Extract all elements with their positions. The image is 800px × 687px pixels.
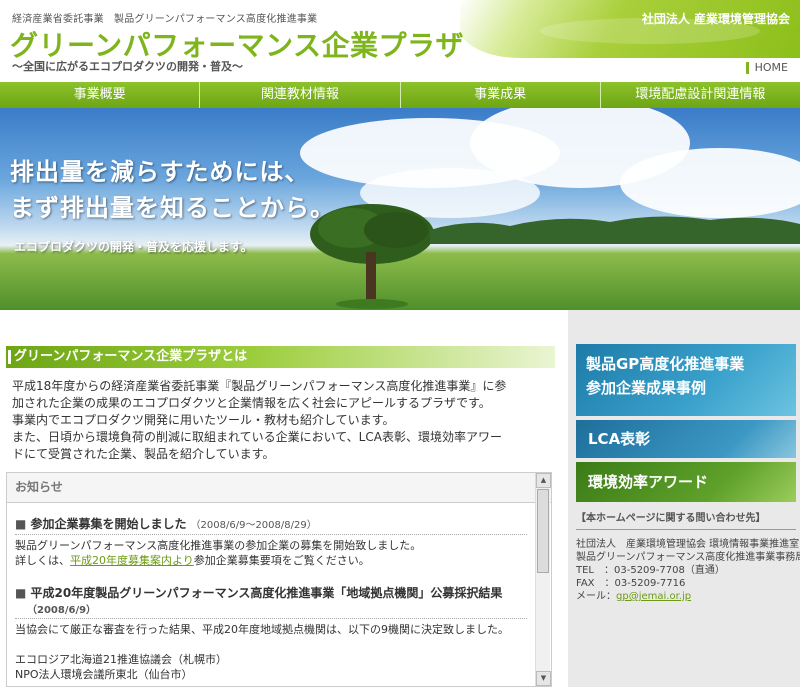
mail-label: メール： [576, 591, 616, 602]
scroll-down-arrow-icon[interactable]: ▼ [536, 671, 551, 686]
news-org-line: エコロジア北海道21推進協議会（札幌市） [15, 653, 227, 666]
hero-tagline: エコプロダクツの開発・普及を応援します。 [14, 240, 253, 254]
site-subtitle: ～全国に広がるエコプロダクツの開発・普及～ [12, 60, 243, 73]
nav-item-materials[interactable]: 関連教材情報 [200, 82, 401, 108]
contact-org-1: 社団法人 産業環境管理協会 環境情報事業推進室 [576, 539, 800, 550]
news-body-line: 当協会にて厳正な審査を行った結果、平成20年度地域拠点機関は、以下の9機関に決定… [15, 623, 509, 636]
news-item-body: 当協会にて厳正な審査を行った結果、平成20年度地域拠点機関は、以下の9機関に決定… [15, 622, 527, 682]
tel-label: TEL ： [576, 565, 614, 576]
news-panel: お知らせ ■ 参加企業募集を開始しました （2008/6/9～2008/8/29）… [6, 472, 552, 687]
contact-heading: 【本ホームページに関する問い合わせ先】 [576, 512, 796, 530]
news-date: （2008/6/9） [27, 605, 97, 616]
banner-gp-line1: 製品GP高度化推進事業 [586, 355, 745, 373]
intro-line: 平成18年度からの経済産業省委託事業『製品グリーンパフォーマンス高度化推進事業』… [12, 379, 507, 393]
forest-silhouette [430, 216, 800, 244]
intro-text: 平成18年度からの経済産業省委託事業『製品グリーンパフォーマンス高度化推進事業』… [12, 378, 560, 463]
main-content: グリーンパフォーマンス企業プラザとは 平成18年度からの経済産業省委託事業『製品… [0, 310, 568, 687]
intro-line: ドにて受賞された企業、製品を紹介しています。 [12, 447, 275, 461]
organization-name: 社団法人 産業環境管理協会 [641, 12, 790, 26]
hero-banner: 排出量を減らすためには、 まず排出量を知ることから。 エコプロダクツの開発・普及… [0, 108, 800, 310]
sidebar: 製品GP高度化推進事業 参加企業成果事例 LCA表彰 環境効率アワード 【本ホー… [568, 310, 800, 687]
lca-award-banner[interactable]: LCA表彰 [576, 420, 796, 458]
recruitment-guide-link[interactable]: 平成20年度募集案内より [70, 554, 194, 567]
site-header: 経済産業省委託事業 製品グリーンパフォーマンス高度化推進事業 グリーンパフォーマ… [0, 0, 800, 82]
news-body-pre: 詳しくは、 [15, 554, 70, 567]
nav-item-results[interactable]: 事業成果 [401, 82, 601, 108]
news-header: お知らせ [7, 473, 551, 503]
contact-mail: メール：gp@jemai.or.jp [576, 590, 796, 603]
section-title: グリーンパフォーマンス企業プラザとは [6, 346, 555, 368]
news-item-body: 製品グリーンパフォーマンス高度化推進事業の参加企業の募集を開始致しました。 詳し… [15, 538, 527, 568]
news-title-text: 平成20年度製品グリーンパフォーマンス高度化推進事業「地域拠点機関」公募採択結果 [30, 586, 503, 600]
news-date: （2008/6/9～2008/8/29） [190, 520, 317, 531]
intro-line: 加された企業の成果のエコプロダクツと企業情報を広く社会にアピールするプラザです。 [12, 396, 491, 410]
nav-item-design-info[interactable]: 環境配慮設計関連情報 [601, 82, 800, 108]
contact-info: 【本ホームページに関する問い合わせ先】 社団法人 産業環境管理協会 環境情報事業… [576, 512, 800, 603]
contact-fax: FAX ：03-5209-7716 [576, 577, 796, 590]
header-decoration [460, 0, 800, 58]
news-item-title: ■ 参加企業募集を開始しました （2008/6/9～2008/8/29） [15, 515, 527, 535]
main-nav: 事業概要 関連教材情報 事業成果 環境配慮設計関連情報 [0, 82, 800, 108]
news-scrollbar[interactable]: ▲ ▼ [535, 473, 551, 686]
square-bullet-icon: ■ [15, 517, 31, 531]
intro-line: 事業内でエコプロダクツ開発に用いたツール・教材も紹介しています。 [12, 413, 395, 427]
email-link[interactable]: gp@jemai.or.jp [616, 591, 691, 602]
scroll-thumb[interactable] [537, 489, 549, 573]
fax-label: FAX ： [576, 578, 615, 589]
hero-headline-1: 排出量を減らすためには、 [10, 158, 310, 186]
hero-headline-2: まず排出量を知ることから。 [10, 194, 335, 222]
news-scroll-area[interactable]: ■ 参加企業募集を開始しました （2008/6/9～2008/8/29） 製品グリ… [7, 503, 535, 686]
contact-tel: TEL ：03-5209-7708（直通） [576, 564, 796, 577]
scroll-up-arrow-icon[interactable]: ▲ [536, 473, 551, 488]
banner-gp-line2: 参加企業成果事例 [586, 379, 707, 397]
square-bullet-icon: ■ [15, 586, 31, 600]
header-supertitle: 経済産業省委託事業 製品グリーンパフォーマンス高度化推進事業 [12, 14, 318, 25]
intro-line: また、日頃から環境負荷の削減に取組まれている企業において、LCA表彰、環境効率ア… [12, 430, 502, 444]
contact-org-2: 製品グリーンパフォーマンス高度化推進事業事務局 [576, 552, 800, 563]
nav-item-overview[interactable]: 事業概要 [0, 82, 201, 108]
news-body-post: 参加企業募集要項をご覧ください。 [193, 554, 370, 567]
tel-value: 03-5209-7708（直通） [614, 565, 725, 576]
news-item-title: ■ 平成20年度製品グリーンパフォーマンス高度化推進事業「地域拠点機関」公募採択… [15, 584, 527, 619]
news-title-text: 参加企業募集を開始しました [30, 517, 187, 531]
fax-value: 03-5209-7716 [614, 578, 686, 589]
home-link[interactable]: HOME [745, 62, 788, 74]
news-body-line: 製品グリーンパフォーマンス高度化推進事業の参加企業の募集を開始致しました。 [15, 539, 422, 552]
gp-results-banner[interactable]: 製品GP高度化推進事業 参加企業成果事例 [576, 344, 796, 416]
news-org-line: NPO法人環境会議所東北（仙台市） [15, 668, 193, 681]
eco-efficiency-award-banner[interactable]: 環境効率アワード [576, 462, 796, 502]
news-body-line: 詳しくは、平成20年度募集案内より参加企業募集要項をご覧ください。 [15, 553, 527, 568]
